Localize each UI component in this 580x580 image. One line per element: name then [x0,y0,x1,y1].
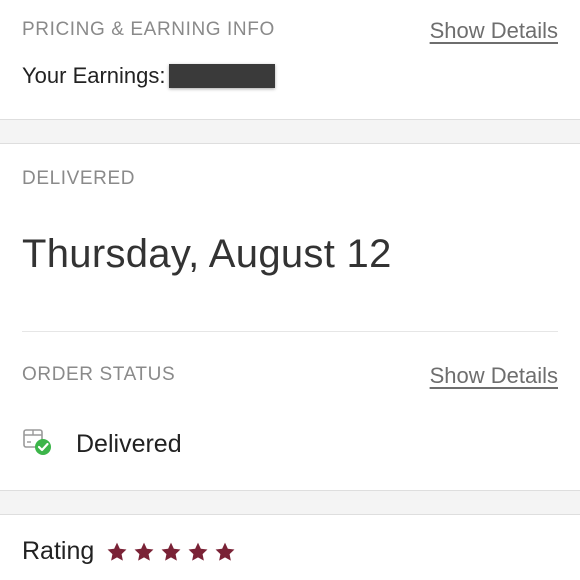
earnings-label: Your Earnings: [22,63,166,88]
pricing-section-label: PRICING & EARNING INFO [22,19,275,40]
earnings-row: Your Earnings: [22,63,275,89]
order-status-row: Delivered [22,426,182,463]
section-separator [0,490,580,515]
star-icon[interactable] [106,541,128,563]
earnings-redacted-value [168,64,275,88]
rating-section: Rating [22,537,241,566]
order-status-value: Delivered [76,430,182,458]
package-delivered-icon [22,426,54,463]
delivered-section-label: DELIVERED [22,168,136,189]
pricing-show-details-link[interactable]: Show Details [430,18,558,44]
section-separator [0,119,580,144]
delivery-date: Thursday, August 12 [22,232,392,276]
star-icon[interactable] [214,541,236,563]
order-status-label: ORDER STATUS [22,364,176,385]
star-icon[interactable] [187,541,209,563]
star-icon[interactable] [133,541,155,563]
divider [22,331,558,332]
rating-label: Rating [22,537,95,565]
star-icon[interactable] [160,541,182,563]
rating-stars[interactable] [106,541,241,563]
order-status-show-details-link[interactable]: Show Details [430,363,558,389]
